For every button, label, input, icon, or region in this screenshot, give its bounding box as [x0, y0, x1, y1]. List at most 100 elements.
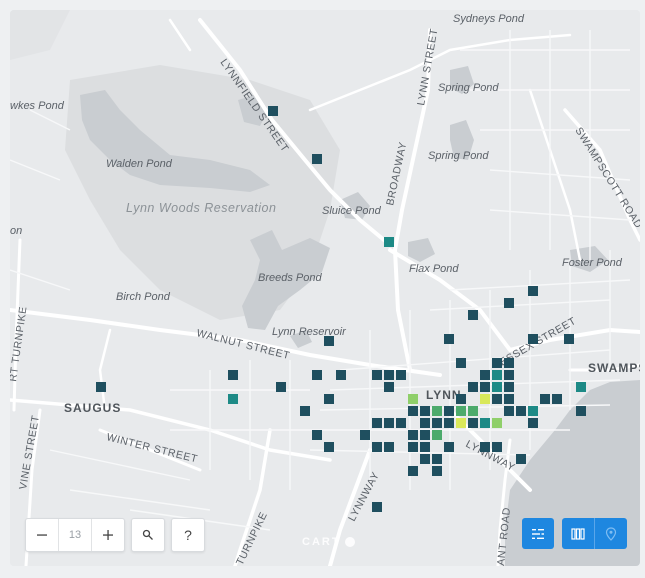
grid-cell [540, 394, 550, 404]
label-birch-pond: Birch Pond [116, 291, 171, 303]
grid-cell [268, 106, 278, 116]
grid-cell [480, 370, 490, 380]
label-sluice-pond: Sluice Pond [322, 205, 382, 217]
help-label: ? [184, 527, 192, 543]
grid-cell [432, 418, 442, 428]
grid-cell [336, 370, 346, 380]
minus-icon [37, 534, 47, 536]
grid-cell [420, 418, 430, 428]
map-canvas[interactable]: Sydneys Pond LYNNFIELD STREET LYNN STREE… [10, 10, 640, 566]
grid-cell [324, 394, 334, 404]
grid-cell [420, 406, 430, 416]
grid-cell [432, 430, 442, 440]
grid-cell [480, 382, 490, 392]
grid-cell [384, 237, 394, 247]
grid-cell [408, 442, 418, 452]
zoom-in-button[interactable] [92, 519, 124, 551]
grid-cell [468, 310, 478, 320]
label-spring-pond-2: Spring Pond [428, 150, 489, 162]
grid-cell [504, 382, 514, 392]
grid-cell [504, 370, 514, 380]
grid-cell [468, 382, 478, 392]
search-button[interactable] [131, 518, 165, 552]
grid-cell [468, 418, 478, 428]
zoom-out-button[interactable] [26, 519, 58, 551]
grid-cell [312, 370, 322, 380]
grid-cell [384, 442, 394, 452]
columns-button[interactable] [562, 518, 594, 549]
grid-cell [360, 430, 370, 440]
grid-cell [492, 394, 502, 404]
help-button[interactable]: ? [171, 518, 205, 552]
grid-cell [480, 394, 490, 404]
grid-cell [492, 382, 502, 392]
grid-cell [228, 370, 238, 380]
grid-cell [408, 394, 418, 404]
grid-cell [432, 466, 442, 476]
grid-cell [432, 406, 442, 416]
grid-cell [420, 442, 430, 452]
label-saugus: SAUGUS [64, 401, 121, 415]
map-base: Sydneys Pond LYNNFIELD STREET LYNN STREE… [10, 10, 640, 566]
grid-cell [408, 430, 418, 440]
layers-button-inner [522, 518, 554, 549]
grid-cell [324, 336, 334, 346]
attribution-logo-icon [344, 537, 355, 547]
grid-cell [276, 382, 286, 392]
grid-cell [576, 382, 586, 392]
label-wakes-pond: wkes Pond [10, 100, 65, 112]
grid-cell [504, 406, 514, 416]
label-foster-pond: Foster Pond [562, 257, 623, 269]
label-sydneys-pond: Sydneys Pond [453, 13, 525, 25]
map-pin-icon [605, 526, 617, 541]
grid-cell [456, 406, 466, 416]
label-spring-pond: Spring Pond [438, 82, 499, 94]
grid-cell [492, 358, 502, 368]
grid-cell [444, 334, 454, 344]
grid-cell [324, 442, 334, 452]
grid-cell [444, 418, 454, 428]
grid-cell [528, 406, 538, 416]
grid-cell [528, 334, 538, 344]
grid-cell [408, 466, 418, 476]
grid-cell [492, 370, 502, 380]
label-on-fragment: on [10, 225, 22, 237]
grid-cell [432, 454, 442, 464]
grid-cell [516, 454, 526, 464]
grid-cell [372, 442, 382, 452]
layers-button[interactable] [522, 518, 554, 549]
grid-cell [480, 418, 490, 428]
grid-cell [96, 382, 106, 392]
label-swampscott: SWAMPS [588, 361, 640, 375]
grid-cell [228, 394, 238, 404]
plus-icon [103, 530, 113, 540]
grid-cell [564, 334, 574, 344]
label-lynn-woods-reservation: Lynn Woods Reservation [126, 201, 276, 215]
attribution-text: CART [302, 536, 341, 548]
grid-cell [420, 430, 430, 440]
label-breeds-pond: Breeds Pond [258, 272, 322, 284]
grid-cell [300, 406, 310, 416]
grid-cell [456, 358, 466, 368]
grid-cell [372, 370, 382, 380]
grid-cell [480, 442, 490, 452]
grid-cell [504, 394, 514, 404]
grid-cell [384, 382, 394, 392]
map-pin-button[interactable] [595, 518, 627, 549]
attribution: CART [302, 536, 355, 548]
grid-cell [384, 370, 394, 380]
grid-cell [516, 406, 526, 416]
search-button-inner [132, 519, 164, 551]
columns-icon [571, 527, 585, 540]
grid-cell [528, 418, 538, 428]
label-flax-pond: Flax Pond [409, 263, 459, 275]
grid-cell [396, 418, 406, 428]
grid-cell [408, 406, 418, 416]
zoom-level: 13 [58, 519, 92, 551]
label-lynn-reservoir: Lynn Reservoir [272, 326, 347, 338]
grid-cell [456, 418, 466, 428]
grid-cell [396, 370, 406, 380]
label-walden-pond: Walden Pond [106, 158, 173, 170]
grid-cell [444, 406, 454, 416]
grid-cell [552, 394, 562, 404]
